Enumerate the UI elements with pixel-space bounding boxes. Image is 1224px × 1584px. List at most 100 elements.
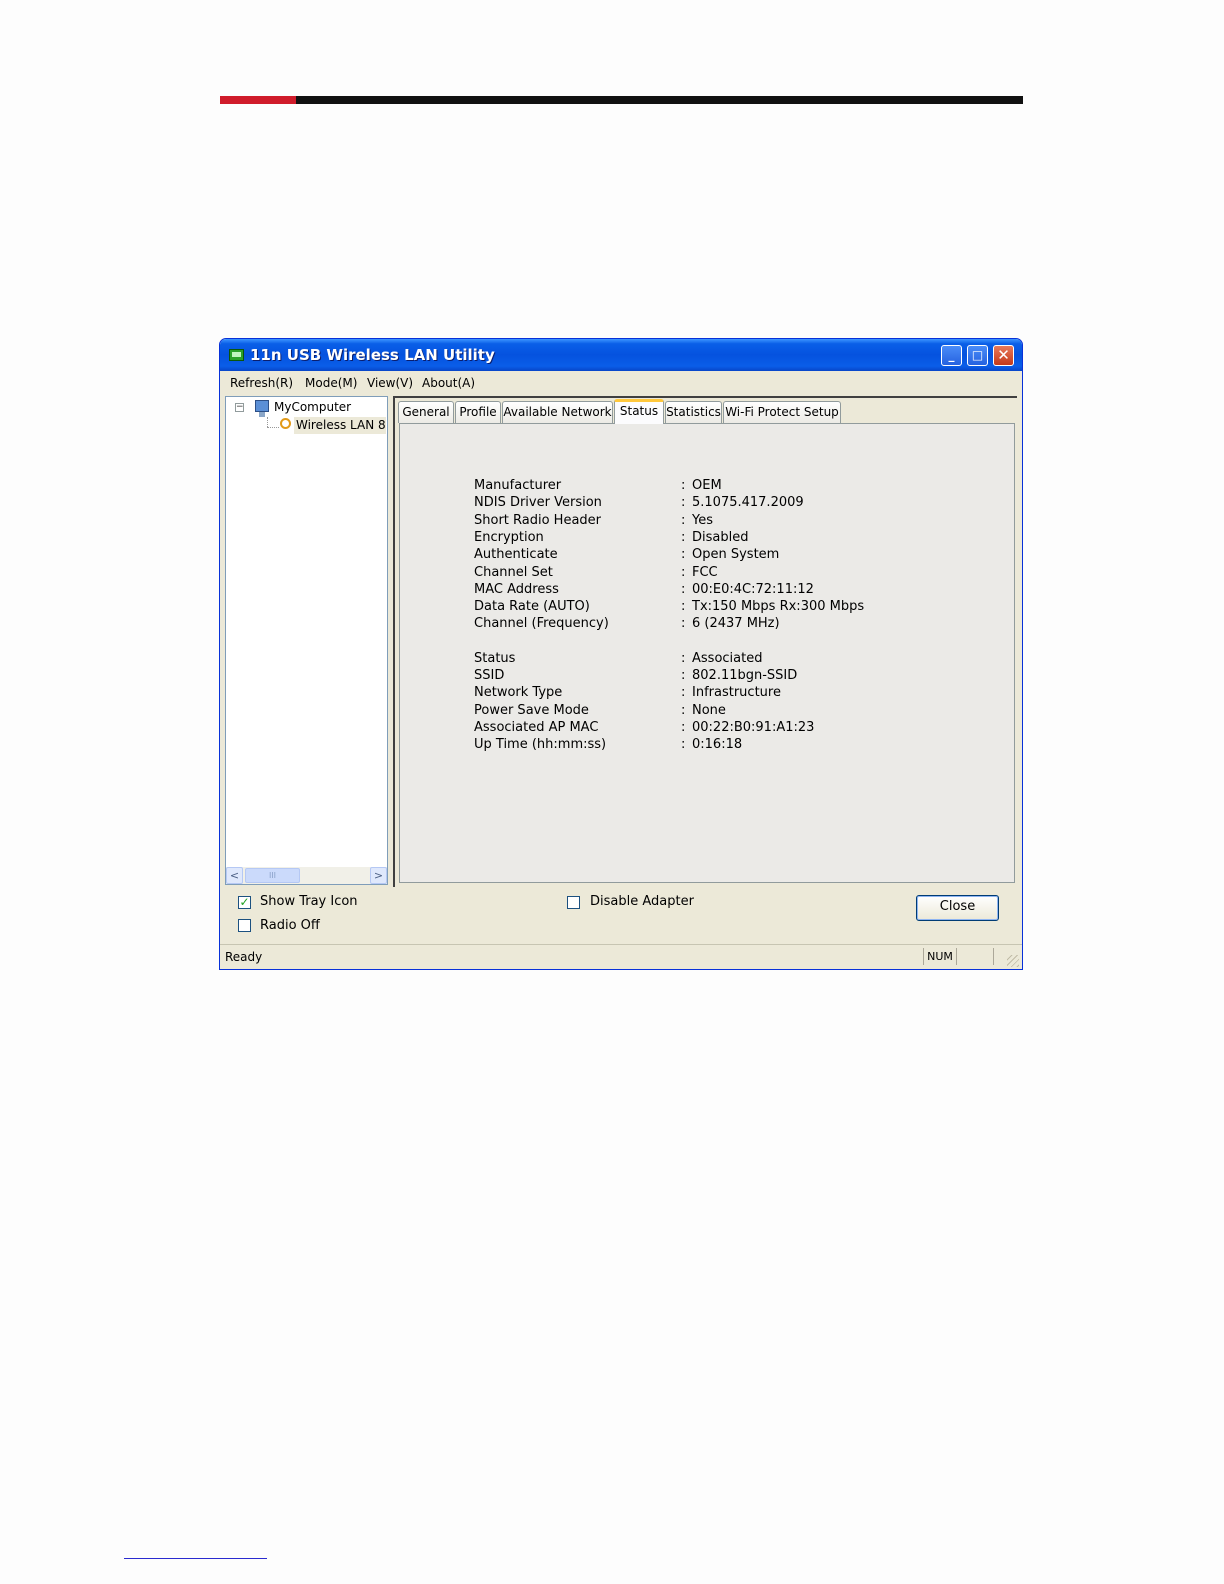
status-row: NDIS Driver Version:5.1075.417.2009 — [474, 495, 894, 512]
status-value: Infrastructure — [692, 685, 781, 701]
show-tray-icon-checkbox[interactable]: ✓ — [238, 896, 251, 909]
tree-item-wireless-adapter[interactable]: Wireless LAN 802.11n USB Network Adapter — [294, 417, 386, 434]
status-value: 5.1075.417.2009 — [692, 495, 804, 511]
checkmark-icon: ✓ — [239, 895, 250, 909]
header-rule-accent — [220, 96, 296, 104]
status-row: SSID:802.11bgn-SSID — [474, 668, 894, 685]
status-label: Encryption — [474, 529, 544, 545]
tab-status[interactable]: Status — [614, 399, 664, 424]
status-label: Associated AP MAC — [474, 719, 599, 735]
menu-bar: Refresh(R) Mode(M) View(V) About(A) — [224, 372, 1018, 394]
status-row: Power Save Mode: None — [474, 703, 894, 720]
status-separator: : — [681, 685, 686, 701]
status-separator: : — [681, 599, 686, 615]
minimize-button[interactable]: _ — [941, 345, 962, 366]
status-label: Status — [474, 650, 516, 666]
title-bar[interactable]: 11n USB Wireless LAN Utility _ □ ✕ — [220, 339, 1022, 371]
status-label: Data Rate (AUTO) — [474, 599, 590, 615]
status-panel: Manufacturer: OEM NDIS Driver Version:5.10… — [399, 423, 1015, 883]
scroll-left-icon[interactable]: < — [226, 867, 243, 884]
status-separator: : — [681, 495, 686, 511]
status-row: Manufacturer: OEM — [474, 478, 894, 495]
horizontal-scrollbar[interactable]: < III > — [226, 867, 387, 884]
tab-statistics[interactable]: Statistics — [665, 401, 722, 423]
show-tray-icon-label[interactable]: Show Tray Icon — [260, 894, 358, 909]
tab-container: General Profile Available Network Status… — [393, 396, 1017, 887]
status-value: Yes — [692, 512, 713, 528]
status-row: Authenticate: Open System — [474, 547, 894, 564]
menu-refresh[interactable]: Refresh(R) — [230, 376, 293, 390]
status-separator: : — [681, 547, 686, 563]
status-value: Open System — [692, 547, 780, 563]
status-row: Associated AP MAC:00:22:B0:91:A1:23 — [474, 720, 894, 737]
status-value: 0:16:18 — [692, 737, 743, 753]
status-separator: : — [681, 478, 686, 493]
close-window-button[interactable]: ✕ — [993, 345, 1014, 366]
status-label: Manufacturer — [474, 478, 562, 493]
tab-available-network[interactable]: Available Network — [502, 401, 613, 423]
utility-window: 11n USB Wireless LAN Utility _ □ ✕ Refre… — [219, 338, 1023, 970]
tab-profile[interactable]: Profile — [455, 401, 501, 423]
footer-link-line — [124, 1558, 267, 1559]
disable-adapter-checkbox[interactable] — [567, 896, 580, 909]
radio-off-label[interactable]: Radio Off — [260, 918, 320, 933]
status-value: 00:E0:4C:72:11:12 — [692, 581, 814, 597]
status-value: 802.11bgn-SSID — [692, 668, 798, 683]
status-separator: : — [681, 616, 686, 632]
close-button[interactable]: Close — [916, 895, 999, 921]
menu-about[interactable]: About(A) — [422, 376, 475, 390]
status-row: Channel Set: FCC — [474, 565, 894, 582]
adapter-tree: − MyComputer Wireless LAN 802.11n USB Ne… — [225, 396, 388, 885]
pane-splitter[interactable] — [388, 396, 392, 885]
status-label: MAC Address — [474, 581, 559, 597]
tab-general[interactable]: General — [398, 401, 454, 423]
status-separator: : — [681, 702, 686, 718]
status-value: None — [692, 702, 726, 718]
status-label: Channel (Frequency) — [474, 616, 609, 632]
menu-view[interactable]: View(V) — [367, 376, 413, 390]
status-separator: : — [681, 737, 686, 753]
status-label: Short Radio Header — [474, 512, 602, 528]
radio-off-checkbox[interactable] — [238, 919, 251, 932]
status-row: Up Time (hh:mm:ss):0:16:18 — [474, 737, 894, 754]
status-label: SSID — [474, 668, 505, 683]
status-label: Up Time (hh:mm:ss) — [474, 737, 607, 753]
scroll-right-icon[interactable]: > — [370, 867, 387, 884]
status-label: Channel Set — [474, 564, 553, 580]
status-text: Ready — [225, 950, 263, 964]
scroll-thumb[interactable]: III — [245, 868, 300, 883]
status-separator: : — [681, 512, 686, 528]
status-separator: : — [681, 650, 686, 666]
wireless-adapter-icon — [280, 418, 291, 429]
status-separator: : — [681, 564, 686, 580]
app-icon — [229, 349, 244, 361]
tree-connector — [267, 417, 269, 427]
status-label: Network Type — [474, 685, 563, 701]
header-rule — [296, 96, 1023, 104]
tree-connector — [267, 427, 279, 429]
status-row: Data Rate (AUTO): Tx:150 Mbps Rx:300 Mbps — [474, 599, 894, 616]
status-value: 6 (2437 MHz) — [692, 616, 780, 632]
window-title: 11n USB Wireless LAN Utility — [250, 346, 495, 364]
status-row: Short Radio Header: Yes — [474, 513, 894, 530]
status-label: NDIS Driver Version — [474, 495, 602, 511]
status-separator: : — [681, 581, 686, 597]
tree-item-mycomputer[interactable]: MyComputer — [274, 400, 351, 414]
status-row: Network Type: Infrastructure — [474, 685, 894, 702]
tab-wifi-protect-setup[interactable]: Wi-Fi Protect Setup — [723, 401, 841, 423]
status-pane — [957, 948, 994, 965]
resize-grip-icon[interactable] — [1007, 955, 1019, 967]
status-value: Tx:150 Mbps Rx:300 Mbps — [692, 599, 865, 615]
status-value: 00:22:B0:91:A1:23 — [692, 719, 815, 735]
status-value: Disabled — [692, 529, 749, 545]
maximize-button[interactable]: □ — [967, 345, 988, 366]
computer-icon — [255, 400, 269, 417]
status-row: MAC Address:00:E0:4C:72:11:12 — [474, 582, 894, 599]
status-row: Channel (Frequency):6 (2437 MHz) — [474, 616, 894, 633]
collapse-icon[interactable]: − — [235, 403, 244, 412]
status-label: Authenticate — [474, 547, 558, 563]
num-lock-indicator: NUM — [923, 948, 957, 965]
disable-adapter-label[interactable]: Disable Adapter — [590, 894, 694, 909]
menu-mode[interactable]: Mode(M) — [305, 376, 357, 390]
status-row: Status: Associated — [474, 651, 894, 668]
